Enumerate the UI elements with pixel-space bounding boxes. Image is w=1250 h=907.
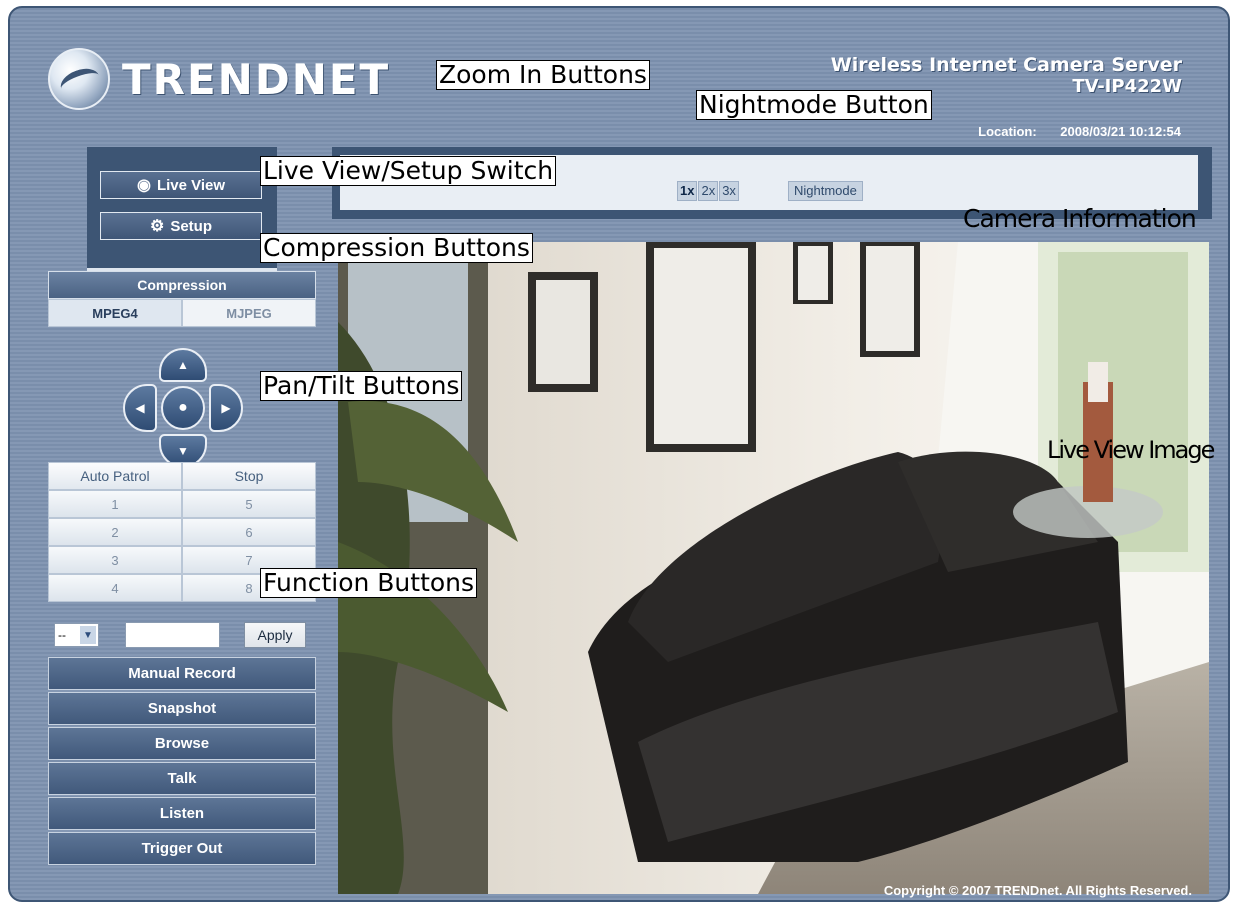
annotation-zoom-in-buttons: Zoom In Buttons <box>436 60 650 90</box>
snapshot-button[interactable]: Snapshot <box>48 692 316 725</box>
gear-icon: ⚙ <box>149 218 165 235</box>
trendnet-logo: TRENDNET <box>48 44 390 114</box>
annotation-nightmode-button: Nightmode Button <box>696 90 932 120</box>
annotation-live-view-image: Live View Image <box>1047 436 1215 464</box>
pan-right-button[interactable]: ▶ <box>209 384 243 432</box>
datetime: 2008/03/21 10:12:54 <box>1060 124 1181 139</box>
nightmode-button[interactable]: Nightmode <box>788 181 863 201</box>
apply-button[interactable]: Apply <box>244 622 306 648</box>
pan-left-button[interactable]: ◀ <box>123 384 157 432</box>
camera-information: Location: 2008/03/21 10:12:54 <box>978 124 1181 139</box>
preset-select[interactable]: -- ▼ <box>54 623 99 647</box>
live-view-button[interactable]: ◉ Live View <box>100 171 262 199</box>
preset-button-4[interactable]: 4 <box>48 574 182 602</box>
trendnet-logo-icon <box>48 48 110 110</box>
annotation-compression-buttons: Compression Buttons <box>260 233 533 263</box>
tilt-up-button[interactable]: ▲ <box>159 348 207 382</box>
eye-icon: ◉ <box>136 177 151 194</box>
mode-switch-panel: ◉ Live View ⚙ Setup <box>87 147 277 271</box>
setup-label: Setup <box>170 217 212 235</box>
zoom-3x-button[interactable]: 3x <box>719 181 739 201</box>
compression-mpeg4-button[interactable]: MPEG4 <box>48 299 182 327</box>
zoom-2x-button[interactable]: 2x <box>698 181 719 201</box>
talk-button[interactable]: Talk <box>48 762 316 795</box>
preset-select-value: -- <box>58 628 66 642</box>
preset-button-5[interactable]: 5 <box>182 490 316 518</box>
location-label: Location: <box>978 124 1037 139</box>
pan-tilt-control: ▲ ▼ ◀ ▶ ● <box>123 348 243 468</box>
preset-button-3[interactable]: 3 <box>48 546 182 574</box>
manual-record-button[interactable]: Manual Record <box>48 657 316 690</box>
live-view-label: Live View <box>156 176 226 194</box>
zoom-1x-button[interactable]: 1x <box>677 181 698 201</box>
auto-patrol-button[interactable]: Auto Patrol <box>48 462 182 490</box>
chevron-down-icon: ▼ <box>80 626 96 644</box>
listen-button[interactable]: Listen <box>48 797 316 830</box>
preset-name-input[interactable] <box>125 622 220 648</box>
annotation-live-view-setup-switch: Live View/Setup Switch <box>260 156 557 186</box>
preset-button-2[interactable]: 2 <box>48 518 182 546</box>
compression-title: Compression <box>48 271 316 299</box>
pan-tilt-home-button[interactable]: ● <box>161 386 205 430</box>
annotation-pan-tilt-buttons: Pan/Tilt Buttons <box>260 371 463 401</box>
annotation-camera-information: Camera Information <box>963 204 1197 233</box>
trigger-out-button[interactable]: Trigger Out <box>48 832 316 865</box>
annotation-function-buttons: Function Buttons <box>260 568 478 598</box>
stop-button[interactable]: Stop <box>182 462 316 490</box>
logo-text: TRENDNET <box>122 54 391 104</box>
product-title: Wireless Internet Camera Server <box>830 54 1182 76</box>
preset-set-row: -- ▼ Apply <box>54 622 306 648</box>
function-buttons: Manual Record Snapshot Browse Talk Liste… <box>48 657 316 867</box>
preset-button-1[interactable]: 1 <box>48 490 182 518</box>
zoom-buttons: 1x 2x 3x <box>677 181 739 201</box>
compression-mjpeg-button[interactable]: MJPEG <box>182 299 316 327</box>
setup-button[interactable]: ⚙ Setup <box>100 212 262 240</box>
compression-panel: Compression MPEG4 MJPEG <box>48 271 316 327</box>
preset-button-6[interactable]: 6 <box>182 518 316 546</box>
browse-button[interactable]: Browse <box>48 727 316 760</box>
copyright: Copyright © 2007 TRENDnet. All Rights Re… <box>883 883 1192 898</box>
